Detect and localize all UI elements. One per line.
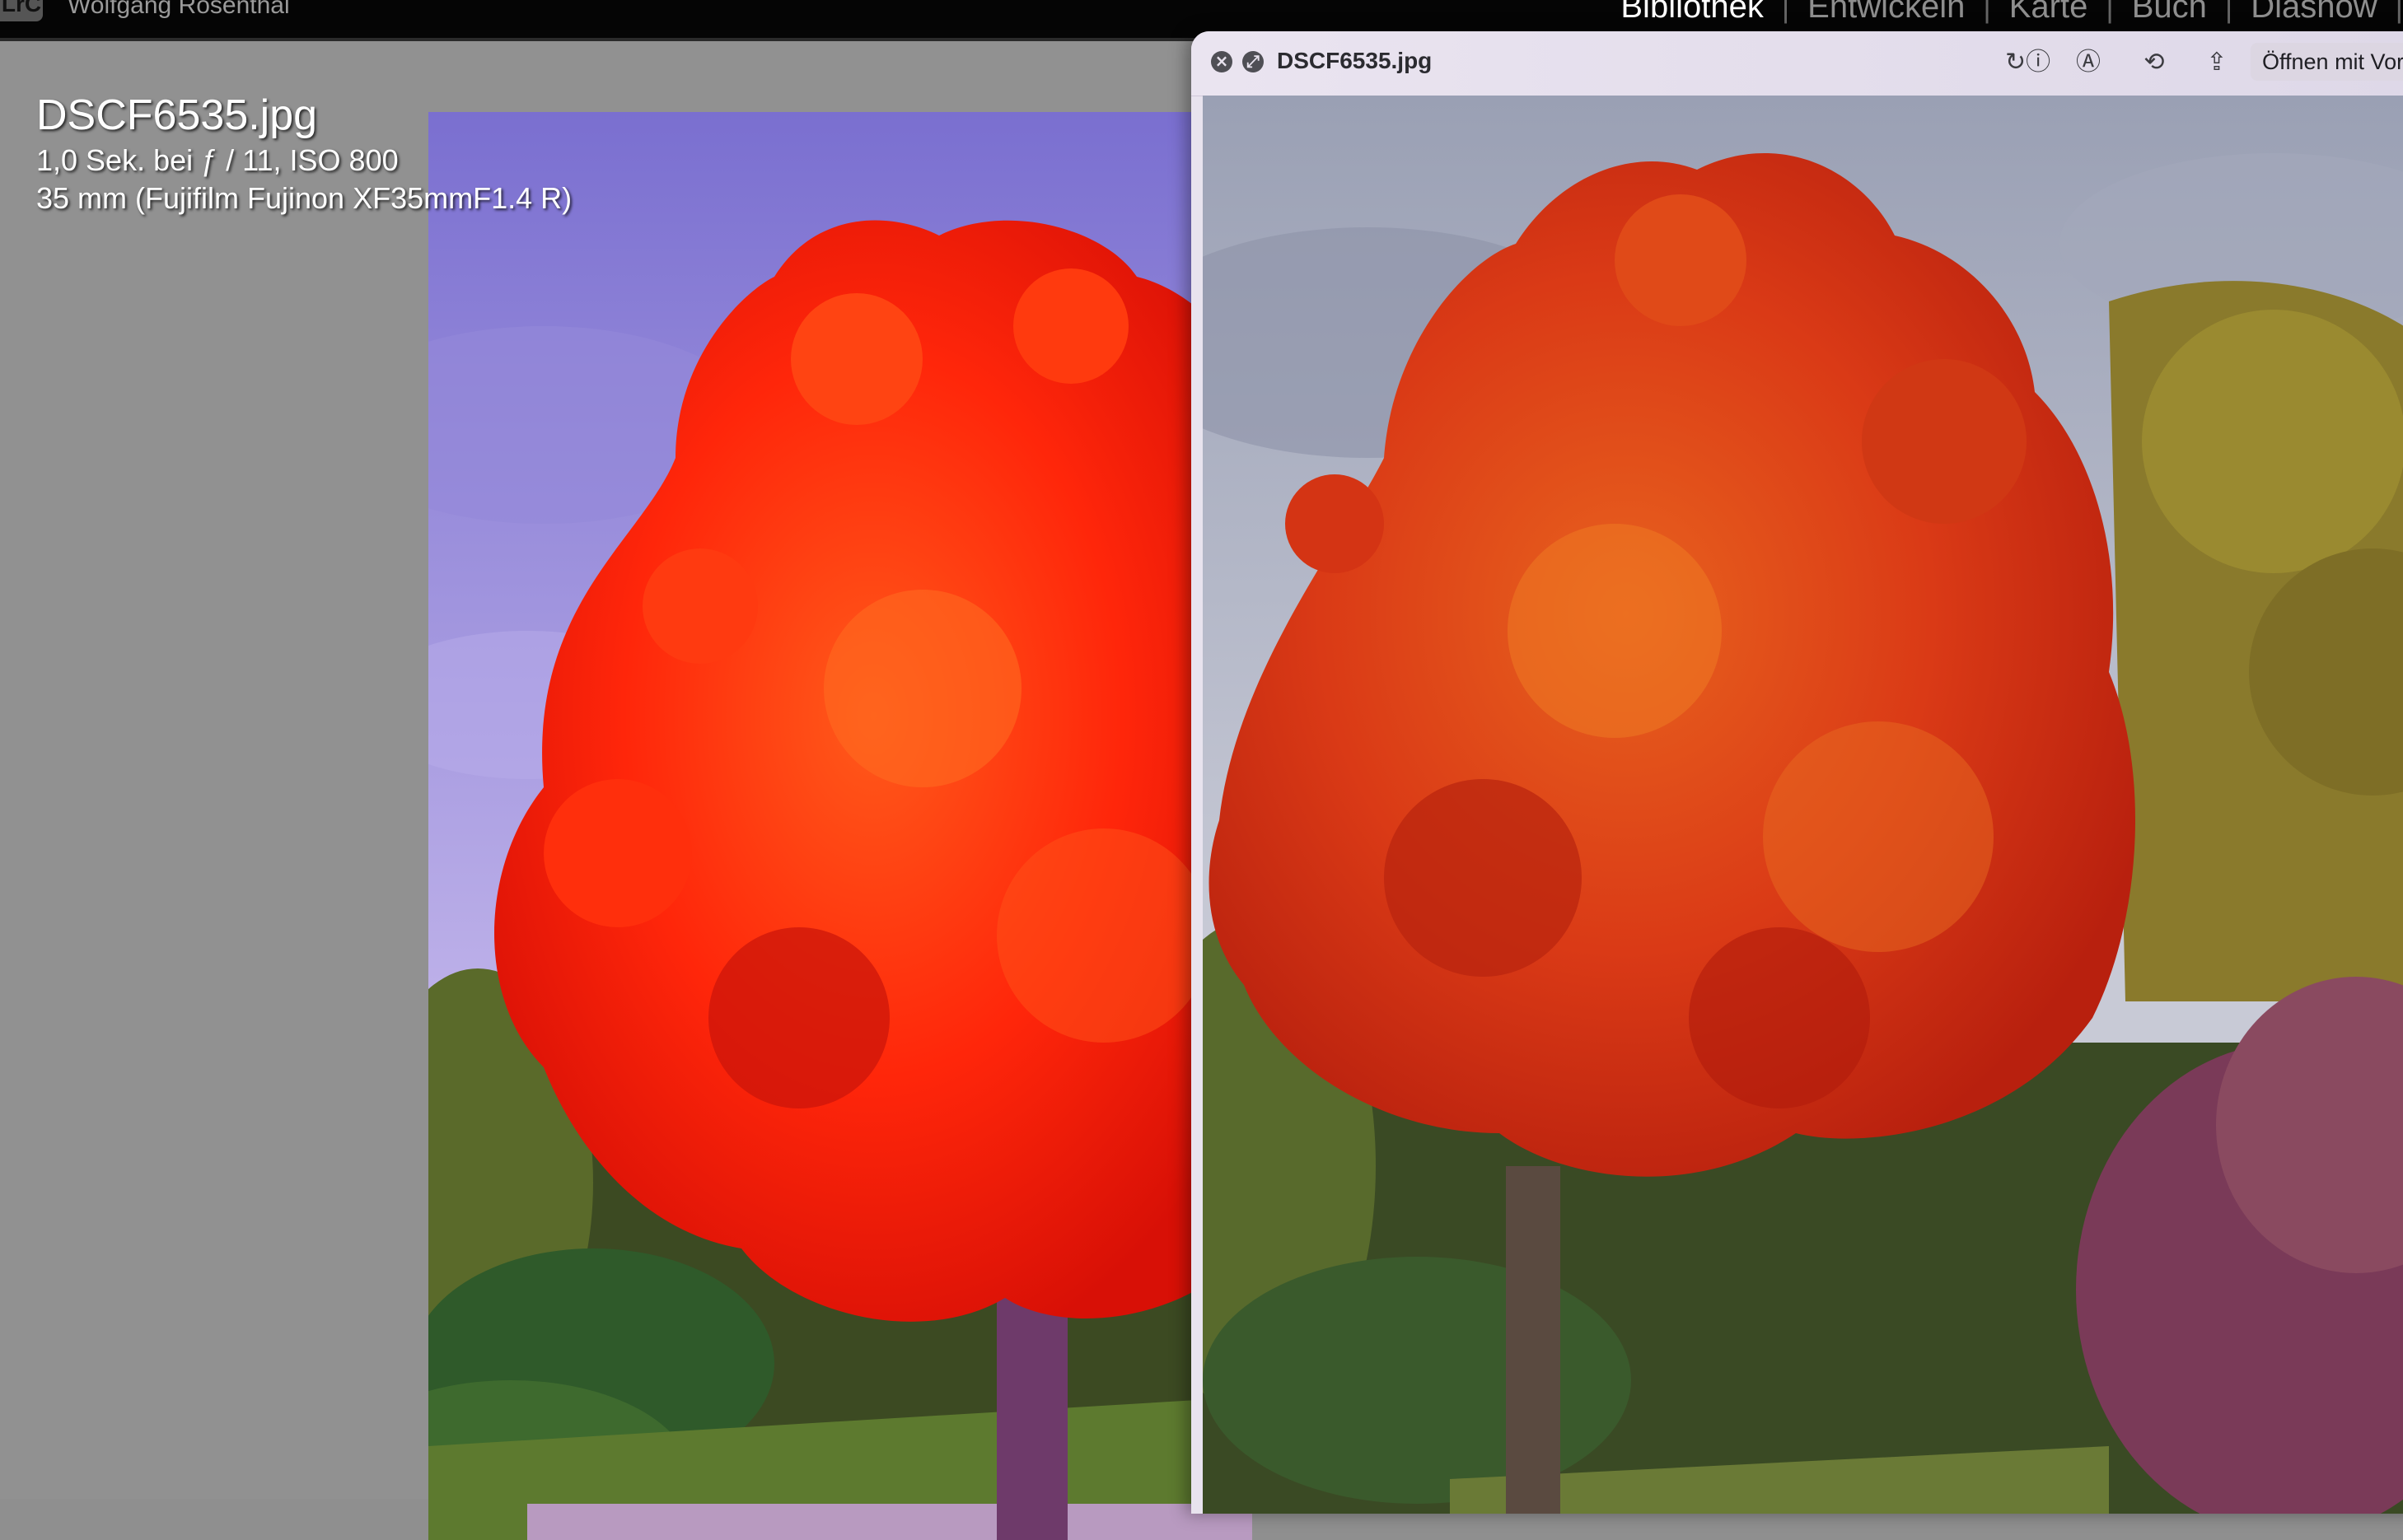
share-icon[interactable]: ⇪ xyxy=(2200,46,2234,79)
info-filename: DSCF6535.jpg xyxy=(36,91,318,139)
user-identity-plate: Wolfgang Rosenthal xyxy=(68,0,290,19)
info-exposure: 1,0 Sek. bei ƒ / 11, ISO 800 xyxy=(36,143,399,177)
rotate-info-icon[interactable]: ↻ⓘ xyxy=(2005,46,2050,79)
autumn-tree-photo-lightroom xyxy=(428,112,1252,1540)
quick-look-title: DSCF6535.jpg xyxy=(1277,48,1433,73)
quick-look-title-bar[interactable]: × ⤢ DSCF6535.jpg ↻ⓘ Ⓐ ⟲ ⇪ Öffnen mit Vor… xyxy=(1191,31,2403,96)
fullscreen-icon[interactable]: ⤢ xyxy=(1242,51,1264,72)
module-map[interactable]: Karte xyxy=(1991,0,2106,26)
module-slideshow[interactable]: Diashow xyxy=(2232,0,2395,26)
module-separator: | xyxy=(2106,0,2114,24)
module-separator: | xyxy=(2395,0,2403,24)
module-book[interactable]: Buch xyxy=(2114,0,2225,26)
quick-look-photo[interactable] xyxy=(1203,96,2403,1514)
autumn-tree-photo-preview xyxy=(1203,96,2403,1514)
module-separator: | xyxy=(1983,0,1991,24)
rotate-icon[interactable]: ⟲ xyxy=(2137,46,2172,79)
open-with-preview-button[interactable]: Öffnen mit Vorschau xyxy=(2251,43,2403,81)
close-icon[interactable]: × xyxy=(1211,51,1232,72)
module-develop[interactable]: Entwickeln xyxy=(1789,0,1983,26)
module-separator: | xyxy=(2224,0,2233,24)
info-lens: 35 mm (Fujifilm Fujinon XF35mmF1.4 R) xyxy=(36,181,573,215)
module-separator: | xyxy=(1781,0,1790,24)
lrc-logo: LrC xyxy=(0,0,43,21)
module-library[interactable]: Bibliothek xyxy=(1602,0,1781,26)
markup-icon[interactable]: Ⓐ xyxy=(2071,46,2106,79)
module-picker: Bibliothek | Entwickeln | Karte | Buch |… xyxy=(1602,0,2403,26)
quick-look-window[interactable]: × ⤢ DSCF6535.jpg ↻ⓘ Ⓐ ⟲ ⇪ Öffnen mit Vor… xyxy=(1191,31,2403,1514)
lightroom-photo[interactable] xyxy=(428,112,1252,1540)
loupe-info-overlay: DSCF6535.jpg 1,0 Sek. bei ƒ / 11, ISO 80… xyxy=(36,89,572,217)
